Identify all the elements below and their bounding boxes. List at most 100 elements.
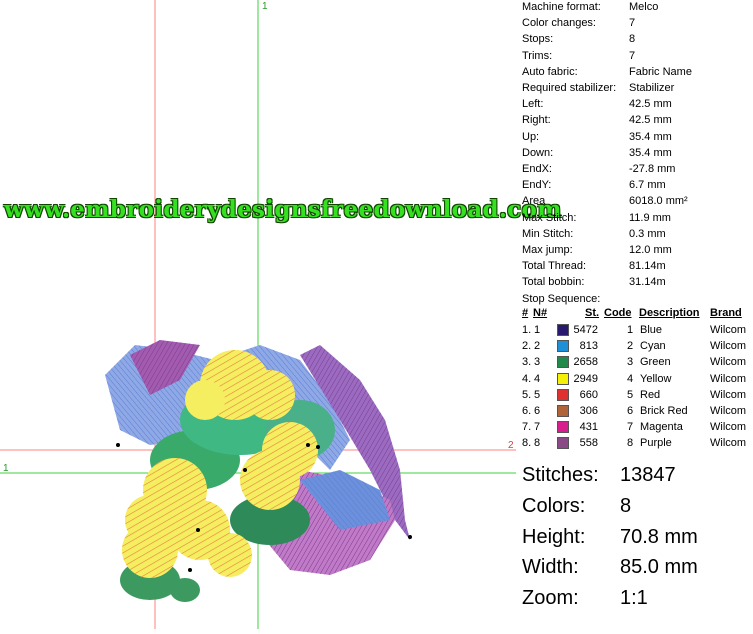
property-value: 7 [629,17,636,30]
property-label: Max jump: [522,244,573,256]
stop-table-row: 8. 8 558 8 Purple Wilcom [516,435,753,451]
property-label: Down: [522,146,554,159]
summary-value: 85.0 mm [620,556,698,579]
thread-brand: Wilcom [710,356,747,369]
color-description: Brick Red [640,405,688,417]
col-num: # [522,307,529,319]
col-brand: Brand [710,307,742,319]
col-n: N# [533,307,548,319]
stop-table-row: 7. 7 431 7 Magenta Wilcom [516,419,753,435]
color-code: 3 [627,356,634,369]
property-label: EndX: [522,163,552,175]
property-value: Fabric Name [629,65,692,78]
summary-label: Width: [522,556,579,579]
stop-index: 3. [522,356,532,369]
col-code: Code [604,307,632,319]
guide-label-left: 1 [3,463,9,474]
thread-brand: Wilcom [710,324,747,336]
embroidery-preview: 1 1 2 [0,0,516,629]
stop-table-row: 5. 5 660 5 Red Wilcom [516,387,753,403]
stitch-count: 431 [579,421,598,434]
summary-value: 1:1 [620,587,648,610]
summary-label: Colors: [522,494,586,517]
stop-number: 8 [534,437,541,450]
property-value: 0.3 mm [629,227,666,240]
property-label: Machine format: [522,1,601,13]
thread-brand: Wilcom [710,437,747,450]
property-value: Stabilizer [629,82,675,94]
property-label: Up: [522,130,540,143]
property-label: EndY: [522,179,552,192]
color-swatch [557,372,569,385]
color-swatch [557,421,569,434]
property-value: 6.7 mm [629,179,666,192]
color-description: Green [640,356,671,369]
property-value: 12.0 mm [629,244,672,256]
property-value: 81.14m [629,260,666,273]
thread-brand: Wilcom [710,340,747,353]
stop-index: 8. [522,437,532,450]
property-label: Area [522,195,546,208]
color-code: 4 [627,372,634,385]
col-st: St. [585,307,600,319]
stop-number: 7 [534,421,541,434]
color-code: 8 [627,437,634,450]
color-description: Yellow [640,372,672,385]
color-swatch [557,356,569,369]
stop-number: 2 [534,340,541,353]
stitch-count: 813 [579,340,598,353]
col-description: Description [639,307,700,319]
property-label: Stops: [522,33,554,46]
property-label: Min Stitch: [522,227,574,240]
stop-number: 5 [534,388,541,401]
design-canvas[interactable]: 1 1 2 [0,0,516,629]
property-label: Stop Sequence: [522,292,601,305]
stitch-count: 558 [579,437,598,450]
color-code: 1 [627,324,634,336]
stop-index: 1. [522,324,532,336]
guide-label-top: 1 [262,1,268,12]
color-code: 6 [627,405,634,417]
property-label: Right: [522,114,551,127]
stop-index: 7. [522,421,532,434]
property-value: 35.4 mm [629,130,672,143]
summary-label: Zoom: [522,587,579,610]
stitch-count: 306 [579,405,598,417]
color-description: Purple [640,437,672,450]
property-label: Required stabilizer: [522,82,617,94]
property-value: 8 [629,33,636,46]
color-code: 7 [627,421,634,434]
color-description: Magenta [640,421,683,434]
thread-brand: Wilcom [710,388,747,401]
stitch-count: 2658 [573,356,598,369]
stop-index: 5. [522,388,532,401]
stop-number: 1 [534,324,541,336]
color-description: Blue [640,324,663,336]
stitch-count: 660 [579,388,598,401]
color-swatch [557,324,569,336]
thread-brand: Wilcom [710,372,747,385]
property-label: Color changes: [522,17,596,30]
property-value: Melco [629,1,659,13]
color-swatch [557,437,569,450]
summary-label: Stitches: [522,464,599,486]
stop-table-header: # N# St. Code Description Brand [516,307,753,323]
stop-number: 3 [534,356,541,369]
property-label: Left: [522,98,544,111]
stop-number: 4 [534,372,541,385]
color-code: 5 [627,388,634,401]
stop-number: 6 [534,405,541,417]
color-code: 2 [627,340,634,353]
property-value: 11.9 mm [629,211,671,224]
property-value: 42.5 mm [629,98,672,111]
property-value: -27.8 mm [629,163,676,175]
property-label: Auto fabric: [522,65,578,78]
summary-value: 13847 [620,464,676,486]
summary-label: Height: [522,525,586,548]
info-panel: Machine format: Melco Color changes: 7 Stops… [516,0,753,629]
property-label: Total Thread: [522,260,587,273]
property-value: 6018.0 mm² [629,195,688,208]
thread-brand: Wilcom [710,421,747,434]
stop-table-row: 2. 2 813 2 Cyan Wilcom [516,338,753,354]
property-label: Total bobbin: [522,276,585,289]
